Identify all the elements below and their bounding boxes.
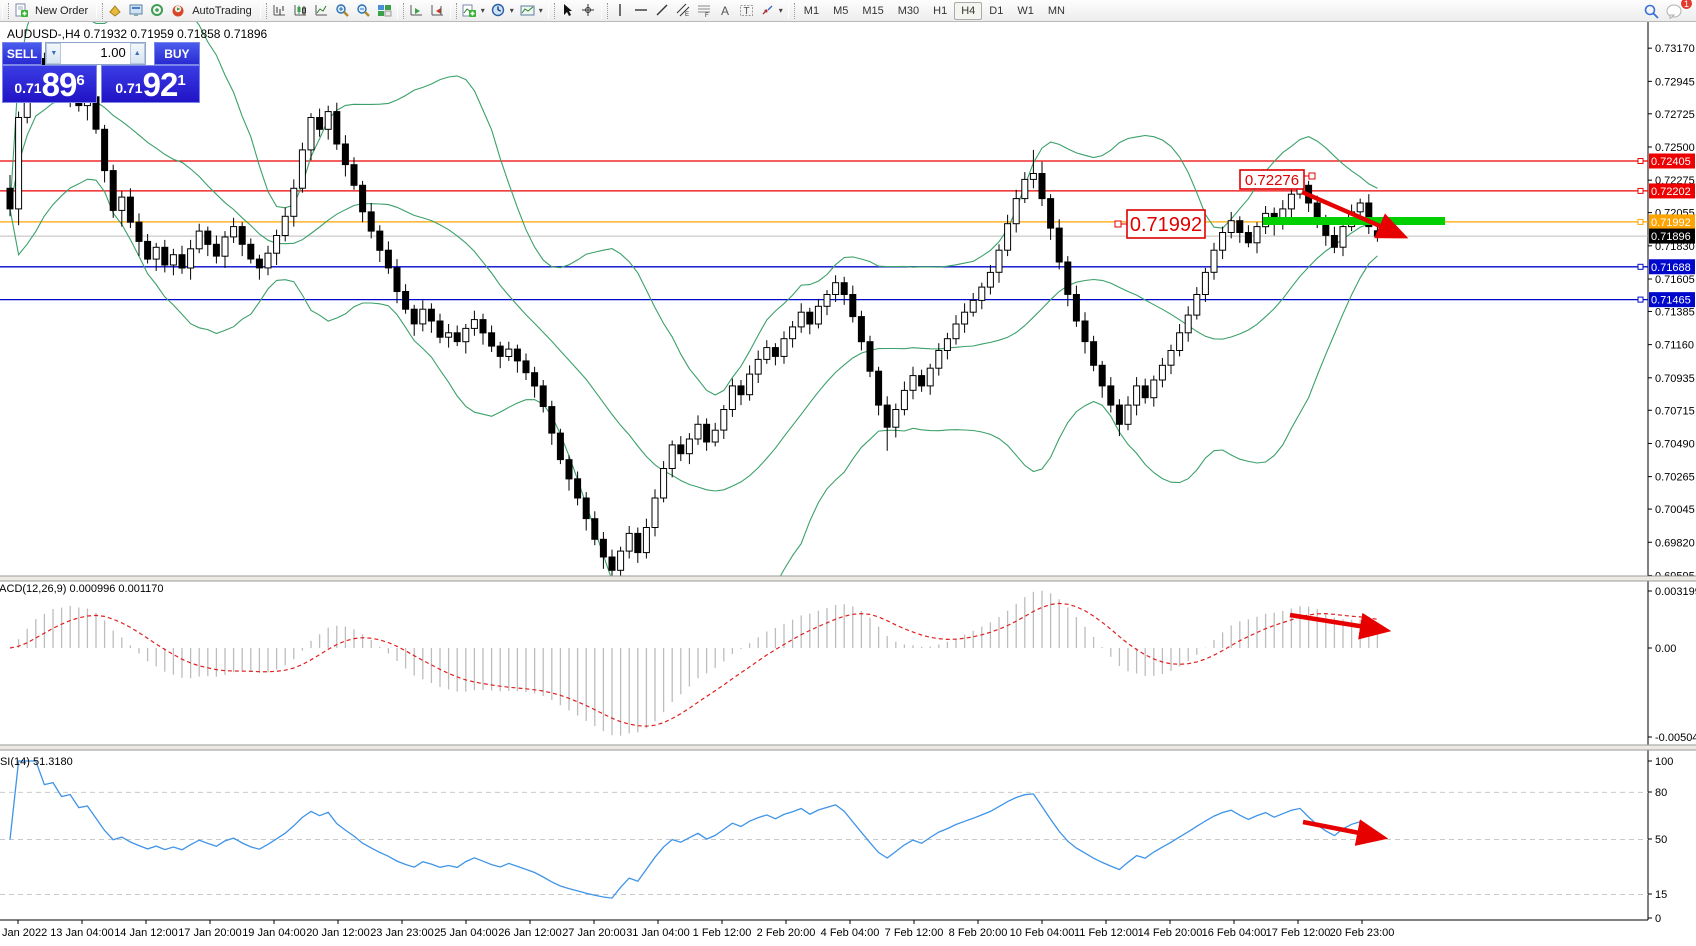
svg-text:0.72500: 0.72500 <box>1655 142 1695 154</box>
sell-price-big: 89 <box>42 68 77 101</box>
svg-text:0.72276: 0.72276 <box>1245 172 1299 189</box>
svg-text:0.72725: 0.72725 <box>1655 109 1695 121</box>
svg-text:0.71385: 0.71385 <box>1655 306 1695 318</box>
svg-text:4 Feb 04:00: 4 Feb 04:00 <box>821 927 880 939</box>
price-badge: 0.72202 <box>1649 183 1695 198</box>
svg-text:0.71688: 0.71688 <box>1651 262 1691 274</box>
svg-text:50: 50 <box>1655 834 1667 846</box>
svg-text:19 Jan 04:00: 19 Jan 04:00 <box>242 927 306 939</box>
rsi-label: RSI(14) 51.3180 <box>0 756 73 768</box>
sell-price-display[interactable]: 0.71 89 6 <box>2 65 97 103</box>
macd-label: MACD(12,26,9) 0.000996 0.001170 <box>0 583 163 595</box>
svg-text:0.71465: 0.71465 <box>1651 295 1691 307</box>
svg-text:14 Jan 12:00: 14 Jan 12:00 <box>114 927 178 939</box>
svg-text:20 Feb 23:00: 20 Feb 23:00 <box>1330 927 1395 939</box>
svg-text:10 Feb 04:00: 10 Feb 04:00 <box>1010 927 1075 939</box>
svg-text:0.70715: 0.70715 <box>1655 405 1695 417</box>
svg-text:0.70935: 0.70935 <box>1655 373 1695 385</box>
high-price-annotation[interactable]: 0.72276 <box>1240 170 1315 189</box>
svg-text:0.69820: 0.69820 <box>1655 537 1695 549</box>
svg-text:1 Feb 12:00: 1 Feb 12:00 <box>693 927 752 939</box>
buy-price-display[interactable]: 0.71 92 1 <box>101 65 200 103</box>
svg-text:0.71605: 0.71605 <box>1655 274 1695 286</box>
svg-text:2 Feb 20:00: 2 Feb 20:00 <box>757 927 816 939</box>
svg-text:0.71992: 0.71992 <box>1651 217 1691 229</box>
svg-text:25 Jan 04:00: 25 Jan 04:00 <box>434 927 498 939</box>
price-badge: 0.71992 <box>1649 214 1695 229</box>
svg-text:0.71992: 0.71992 <box>1130 214 1202 236</box>
price-badge: 0.71896 <box>1649 229 1695 244</box>
buy-price-pip: 1 <box>177 61 185 101</box>
svg-text:16 Feb 04:00: 16 Feb 04:00 <box>1202 927 1267 939</box>
svg-text:0.003199: 0.003199 <box>1655 586 1696 598</box>
svg-text:0.72945: 0.72945 <box>1655 76 1695 88</box>
svg-text:23 Jan 23:00: 23 Jan 23:00 <box>370 927 434 939</box>
svg-text:13 Jan 04:00: 13 Jan 04:00 <box>50 927 114 939</box>
svg-text:11 Feb 12:00: 11 Feb 12:00 <box>1074 927 1138 939</box>
svg-text:26 Jan 12:00: 26 Jan 12:00 <box>498 927 562 939</box>
svg-text:0.00: 0.00 <box>1655 643 1676 655</box>
chart-area[interactable]: 0.731700.729450.727250.725000.722750.720… <box>0 0 1696 946</box>
buy-price-prefix: 0.71 <box>115 75 142 101</box>
sell-price-prefix: 0.71 <box>14 75 41 101</box>
svg-text:80: 80 <box>1655 787 1667 799</box>
price-badge: 0.71688 <box>1649 259 1695 274</box>
svg-text:0.72405: 0.72405 <box>1651 156 1691 168</box>
chart-title-ohlc: AUDUSD-,H4 0.71932 0.71959 0.71858 0.718… <box>7 27 267 41</box>
svg-text:17 Jan 20:00: 17 Jan 20:00 <box>178 927 242 939</box>
svg-text:100: 100 <box>1655 756 1673 768</box>
svg-text:8 Feb 20:00: 8 Feb 20:00 <box>949 927 1008 939</box>
volume-decrease-button[interactable]: ▼ <box>46 43 61 64</box>
svg-text:Jan 2022: Jan 2022 <box>2 927 47 939</box>
svg-text:0.70045: 0.70045 <box>1655 504 1695 516</box>
green-trend-bar[interactable] <box>1263 217 1445 225</box>
volume-increase-button[interactable]: ▲ <box>130 43 145 64</box>
svg-text:15: 15 <box>1655 889 1667 901</box>
svg-text:7 Feb 12:00: 7 Feb 12:00 <box>885 927 944 939</box>
level-price-annotation[interactable]: 0.71992 <box>1115 210 1205 238</box>
volume-value[interactable]: 1.00 <box>61 43 129 64</box>
buy-price-big: 92 <box>143 68 178 101</box>
svg-text:20 Jan 12:00: 20 Jan 12:00 <box>306 927 370 939</box>
volume-spinner: ▼ 1.00 ▲ <box>45 42 145 65</box>
sell-price-pip: 6 <box>76 61 84 101</box>
svg-text:14 Feb 20:00: 14 Feb 20:00 <box>1138 927 1203 939</box>
svg-text:0.70490: 0.70490 <box>1655 438 1695 450</box>
svg-text:31 Jan 04:00: 31 Jan 04:00 <box>626 927 690 939</box>
sell-button[interactable]: SELL <box>2 42 42 65</box>
one-click-trading-panel: SELL ▼ 1.00 ▲ BUY 0.71 89 6 0.71 92 1 <box>2 42 200 103</box>
svg-text:0.71896: 0.71896 <box>1651 231 1691 243</box>
svg-text:-0.005049: -0.005049 <box>1655 732 1696 744</box>
svg-text:0.73170: 0.73170 <box>1655 43 1695 55</box>
svg-text:0.70265: 0.70265 <box>1655 472 1695 484</box>
svg-text:27 Jan 20:00: 27 Jan 20:00 <box>562 927 626 939</box>
price-badge: 0.71465 <box>1649 292 1695 307</box>
chart-canvas[interactable]: 0.731700.729450.727250.725000.722750.720… <box>0 0 1696 946</box>
svg-text:17 Feb 12:00: 17 Feb 12:00 <box>1266 927 1331 939</box>
svg-text:0.72202: 0.72202 <box>1651 186 1691 198</box>
price-badge: 0.72405 <box>1649 154 1695 169</box>
svg-text:0.71160: 0.71160 <box>1655 340 1694 352</box>
svg-text:0: 0 <box>1655 913 1661 925</box>
